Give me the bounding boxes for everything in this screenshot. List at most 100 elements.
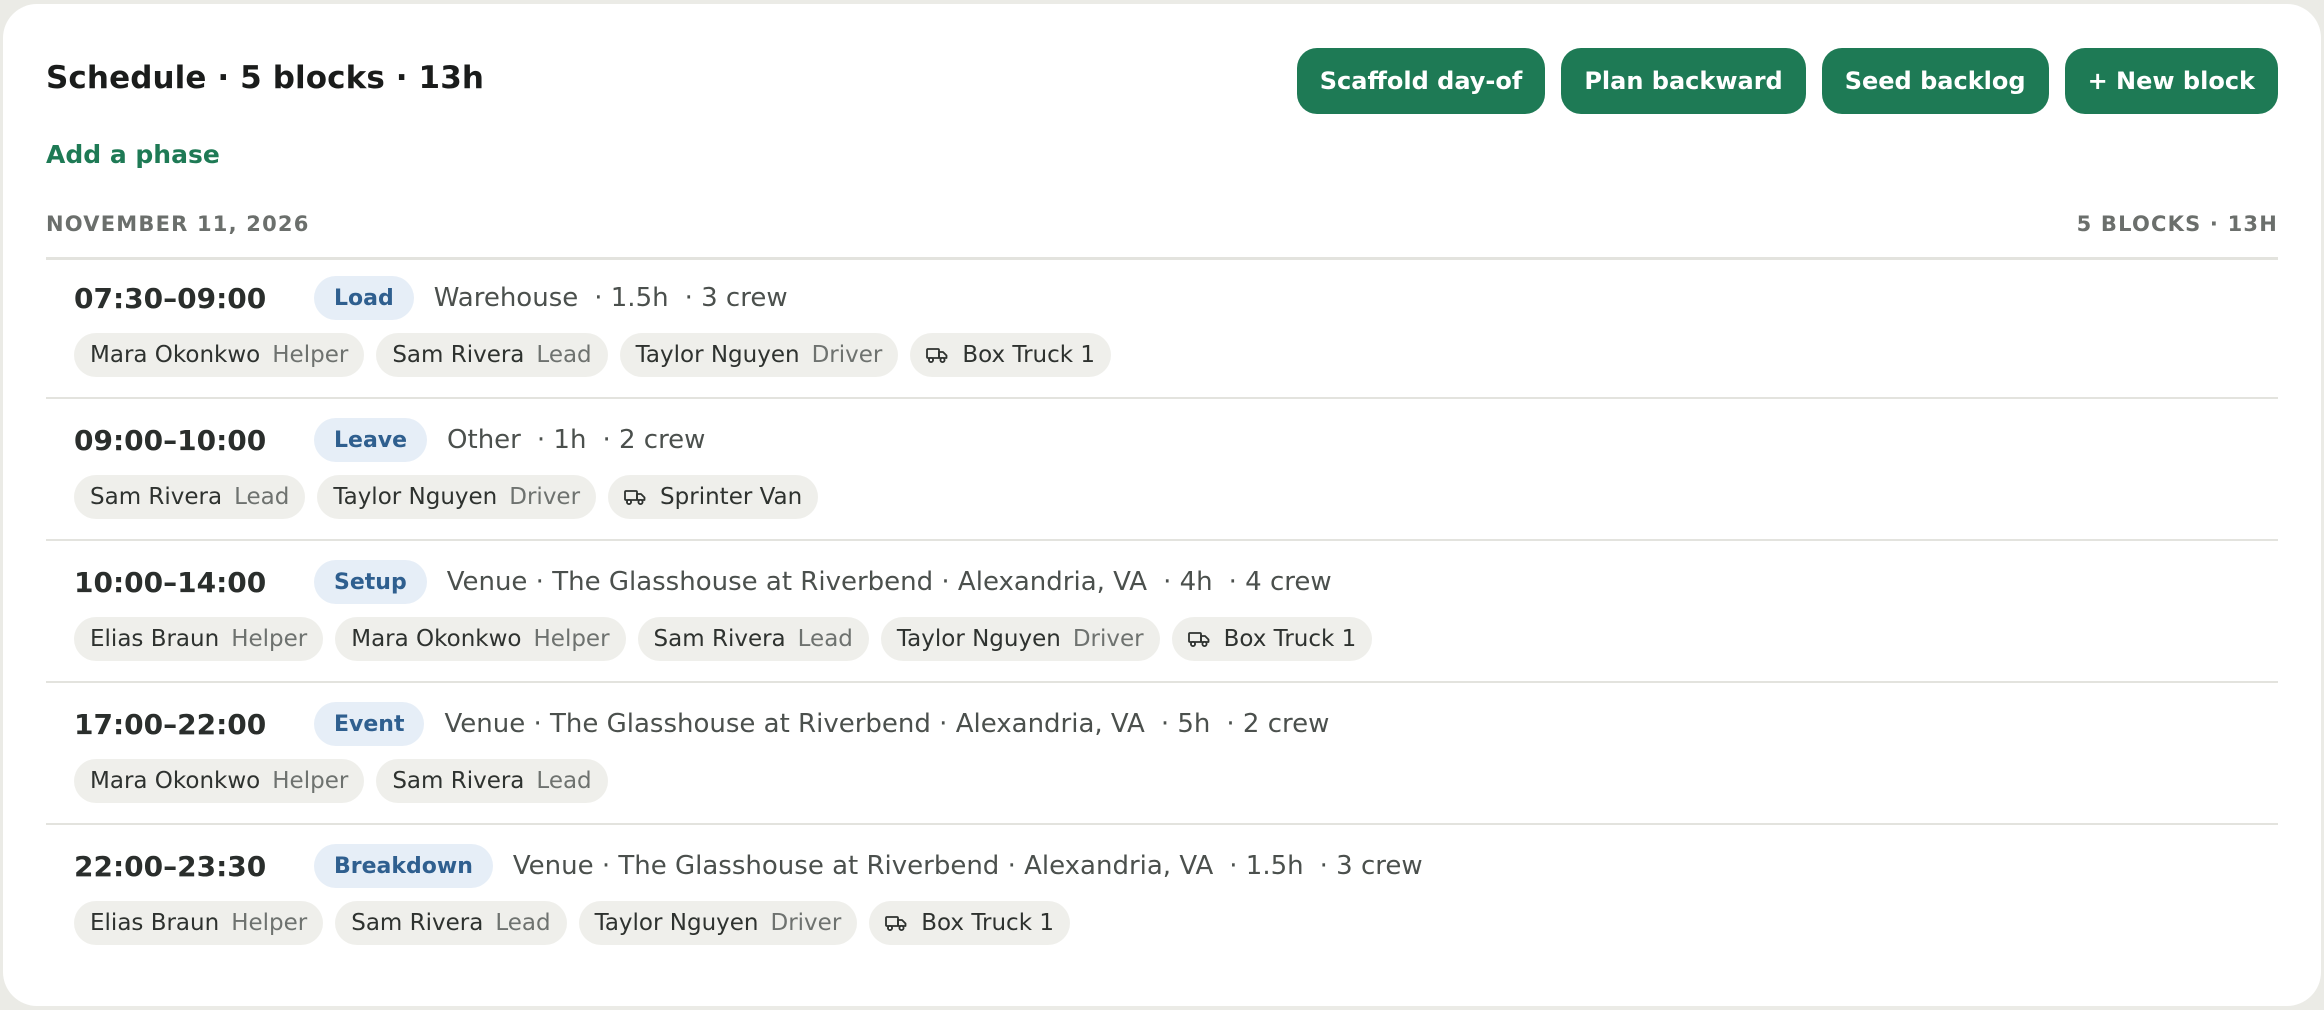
schedule-block-row[interactable]: 07:30–09:00 Load Warehouse · 1.5h · 3 cr… (46, 257, 2278, 399)
crew-name: Sam Rivera (351, 910, 484, 936)
block-time: 22:00–23:30 (74, 849, 267, 883)
block-duration: · 1.5h (1229, 851, 1304, 881)
block-assignments: Mara Okonkwo Helper Sam Rivera Lead Tayl… (74, 333, 1112, 377)
block-time: 17:00–22:00 (74, 707, 267, 741)
new-block-button[interactable]: + New block (2064, 48, 2278, 114)
truck-icon (1187, 631, 1210, 647)
header-actions: Scaffold day-of Plan backward Seed backl… (1296, 48, 2278, 114)
schedule-block-row[interactable]: 22:00–23:30 Breakdown Venue · The Glassh… (46, 825, 2278, 967)
crew-name: Sam Rivera (392, 768, 525, 794)
schedule-header: Schedule · 5 blocks · 13h Add a phase Sc… (46, 4, 2278, 169)
block-crew-count: · 3 crew (1319, 851, 1423, 881)
crew-name: Taylor Nguyen (635, 342, 800, 368)
crew-role: Driver (770, 910, 842, 936)
block-duration: · 4h (1163, 567, 1213, 597)
crew-name: Taylor Nguyen (594, 910, 759, 936)
add-phase-link[interactable]: Add a phase (46, 140, 220, 169)
schedule-block-row[interactable]: 17:00–22:00 Event Venue · The Glasshouse… (46, 683, 2278, 825)
crew-name: Taylor Nguyen (333, 484, 498, 510)
day-summary: 5 BLOCKS · 13H (2076, 212, 2278, 236)
crew-chip[interactable]: Sam Rivera Lead (376, 759, 608, 803)
block-assignments: Mara Okonkwo Helper Sam Rivera Lead (74, 759, 608, 803)
crew-name: Mara Okonkwo (90, 768, 261, 794)
crew-role: Driver (1072, 626, 1144, 652)
crew-chip[interactable]: Sam Rivera Lead (376, 333, 608, 377)
crew-name: Mara Okonkwo (90, 342, 261, 368)
phase-badge: Load (314, 276, 414, 320)
vehicle-name: Box Truck 1 (1223, 626, 1357, 652)
crew-chip[interactable]: Elias Braun Helper (74, 901, 324, 945)
crew-chip[interactable]: Taylor Nguyen Driver (317, 475, 597, 519)
crew-role: Helper (231, 626, 308, 652)
schedule-block-row[interactable]: 10:00–14:00 Setup Venue · The Glasshouse… (46, 541, 2278, 683)
block-crew-count: · 2 crew (602, 425, 706, 455)
crew-name: Mara Okonkwo (351, 626, 522, 652)
crew-chip[interactable]: Taylor Nguyen Driver (619, 333, 899, 377)
crew-name: Elias Braun (90, 910, 220, 936)
block-location: Warehouse (433, 283, 579, 313)
crew-role: Helper (231, 910, 308, 936)
crew-role: Driver (811, 342, 883, 368)
block-location: Other (447, 425, 521, 455)
crew-role: Lead (495, 910, 551, 936)
block-summary: 07:30–09:00 Load Warehouse · 1.5h · 3 cr… (74, 275, 788, 321)
block-duration: · 5h (1160, 709, 1211, 739)
vehicle-chip[interactable]: Sprinter Van (608, 475, 819, 519)
crew-chip[interactable]: Sam Rivera Lead (637, 617, 869, 661)
vehicle-chip[interactable]: Box Truck 1 (910, 333, 1112, 377)
block-assignments: Sam Rivera Lead Taylor Nguyen Driver Spr… (74, 475, 819, 519)
block-summary: 17:00–22:00 Event Venue · The Glasshouse… (74, 701, 1329, 747)
vehicle-name: Box Truck 1 (921, 910, 1054, 936)
crew-chip[interactable]: Taylor Nguyen Driver (578, 901, 858, 945)
vehicle-name: Box Truck 1 (962, 342, 1096, 368)
block-duration: · 1h (536, 425, 587, 455)
day-header: NOVEMBER 11, 2026 5 BLOCKS · 13H (46, 209, 2278, 260)
block-crew-count: · 2 crew (1226, 709, 1330, 739)
crew-chip[interactable]: Taylor Nguyen Driver (880, 617, 1160, 661)
block-summary: 10:00–14:00 Setup Venue · The Glasshouse… (74, 559, 1332, 605)
truck-icon (885, 915, 907, 931)
vehicle-chip[interactable]: Box Truck 1 (1171, 617, 1373, 661)
crew-name: Sam Rivera (653, 626, 786, 652)
block-time: 09:00–10:00 (74, 423, 267, 457)
crew-name: Taylor Nguyen (896, 626, 1061, 652)
block-crew-count: · 3 crew (684, 283, 788, 313)
phase-badge: Breakdown (314, 844, 493, 888)
crew-chip[interactable]: Sam Rivera Lead (74, 475, 306, 519)
phase-badge: Event (314, 702, 425, 746)
crew-name: Sam Rivera (392, 342, 525, 368)
block-assignments: Elias Braun Helper Mara Okonkwo Helper S… (74, 617, 1373, 661)
block-summary: 22:00–23:30 Breakdown Venue · The Glassh… (74, 843, 1423, 889)
block-time: 10:00–14:00 (74, 565, 267, 599)
crew-role: Lead (234, 484, 290, 510)
crew-role: Lead (536, 342, 592, 368)
seed-backlog-button[interactable]: Seed backlog (1821, 48, 2049, 114)
crew-role: Driver (509, 484, 581, 510)
crew-name: Sam Rivera (90, 484, 223, 510)
schedule-block-row[interactable]: 09:00–10:00 Leave Other · 1h · 2 crew Sa… (46, 399, 2278, 541)
crew-chip[interactable]: Elias Braun Helper (74, 617, 324, 661)
block-summary: 09:00–10:00 Leave Other · 1h · 2 crew (74, 417, 705, 463)
crew-role: Lead (797, 626, 853, 652)
schedule-card: Schedule · 5 blocks · 13h Add a phase Sc… (3, 4, 2321, 1006)
scaffold-day-of-button[interactable]: Scaffold day-of (1296, 48, 1546, 114)
truck-icon (926, 347, 948, 363)
crew-chip[interactable]: Sam Rivera Lead (335, 901, 567, 945)
block-location: Venue · The Glasshouse at Riverbend · Al… (444, 709, 1145, 739)
crew-chip[interactable]: Mara Okonkwo Helper (74, 333, 365, 377)
block-location: Venue · The Glasshouse at Riverbend · Al… (446, 567, 1148, 597)
vehicle-chip[interactable]: Box Truck 1 (869, 901, 1070, 945)
block-time: 07:30–09:00 (74, 281, 267, 315)
truck-icon (624, 489, 646, 505)
crew-role: Helper (533, 626, 610, 652)
block-assignments: Elias Braun Helper Sam Rivera Lead Taylo… (74, 901, 1070, 945)
crew-chip[interactable]: Mara Okonkwo Helper (74, 759, 365, 803)
block-duration: · 1.5h (594, 283, 669, 313)
block-location: Venue · The Glasshouse at Riverbend · Al… (512, 851, 1214, 881)
crew-chip[interactable]: Mara Okonkwo Helper (335, 617, 626, 661)
page-title: Schedule · 5 blocks · 13h (46, 60, 485, 96)
plan-backward-button[interactable]: Plan backward (1561, 48, 1806, 114)
block-list: 07:30–09:00 Load Warehouse · 1.5h · 3 cr… (46, 257, 2278, 967)
crew-name: Elias Braun (90, 626, 220, 652)
crew-role: Helper (272, 768, 349, 794)
